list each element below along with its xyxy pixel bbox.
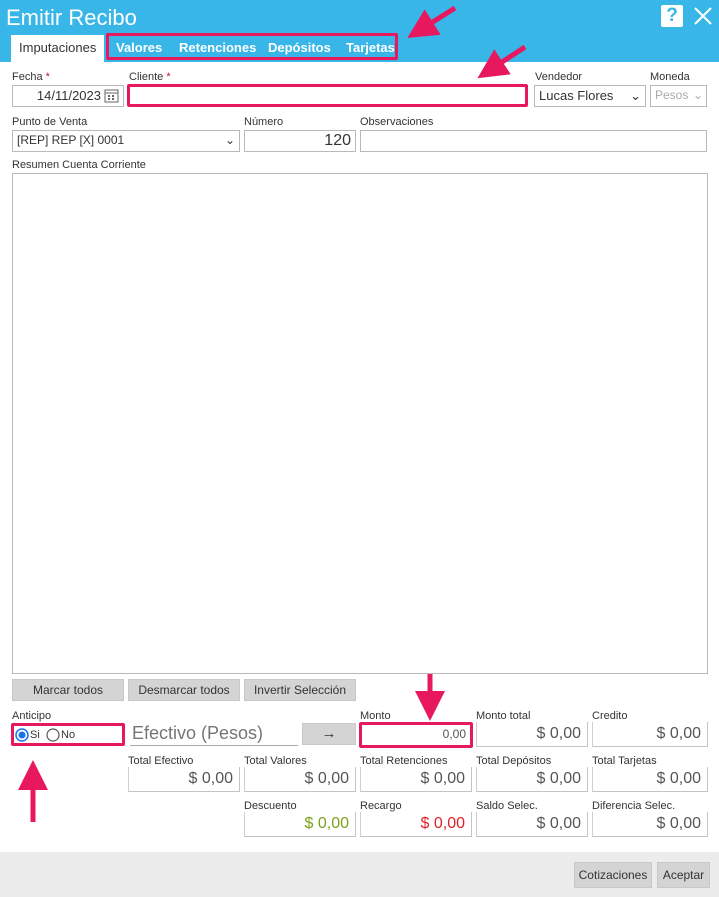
anticipo-si-radio[interactable] [15,728,29,742]
monto-total-value: $ 0,00 [476,722,588,747]
aceptar-button[interactable]: Aceptar [657,862,710,888]
arrow-button[interactable]: → [302,723,356,745]
credito-value: $ 0,00 [592,722,708,747]
punto-venta-label: Punto de Venta [12,116,88,128]
moneda-label: Moneda [650,71,690,83]
resumen-label: Resumen Cuenta Corriente [12,159,146,171]
chevron-down-icon: ⌄ [224,133,235,147]
total-efectivo-value: $ 0,00 [128,767,240,792]
calendar-icon[interactable] [104,88,120,104]
chevron-down-icon: ⌄ [630,88,641,103]
invertir-seleccion-button[interactable]: Invertir Selección [244,679,356,701]
total-depositos-value: $ 0,00 [476,767,588,792]
monto-field[interactable]: 0,00 [359,722,473,748]
cliente-field[interactable] [127,84,528,107]
descuento-value: $ 0,00 [244,812,356,837]
numero-label: Número [244,116,284,128]
vendedor-label: Vendedor [535,71,583,83]
resumen-cuenta-list[interactable] [12,173,708,674]
marcar-todos-button[interactable]: Marcar todos [12,679,124,701]
diferencia-selec-value: $ 0,00 [592,812,708,837]
total-valores-value: $ 0,00 [244,767,356,792]
desmarcar-todos-button[interactable]: Desmarcar todos [128,679,240,701]
observaciones-label: Observaciones [360,116,434,128]
anticipo-no-label: No [61,729,76,741]
cotizaciones-button[interactable]: Cotizaciones [574,862,652,888]
anticipo-label: Anticipo [12,710,52,722]
total-tarjetas-value: $ 0,00 [592,767,708,792]
cliente-label: Cliente * [129,71,171,83]
numero-field[interactable]: 120 [244,130,356,152]
punto-venta-select[interactable]: [REP] REP [X] 0001 ⌄ [12,130,240,152]
anticipo-no-radio[interactable] [46,728,60,742]
efectivo-input[interactable] [130,722,298,746]
saldo-selec-value: $ 0,00 [476,812,588,837]
total-retenciones-value: $ 0,00 [360,767,472,792]
recargo-value: $ 0,00 [360,812,472,837]
moneda-select[interactable]: Pesos ⌄ [650,85,707,107]
anticipo-si-label: Si [30,729,40,741]
chevron-down-icon: ⌄ [692,88,703,102]
fecha-label: Fecha * [12,71,50,83]
observaciones-field[interactable] [360,130,707,152]
vendedor-select[interactable]: Lucas Flores ⌄ [534,85,646,107]
